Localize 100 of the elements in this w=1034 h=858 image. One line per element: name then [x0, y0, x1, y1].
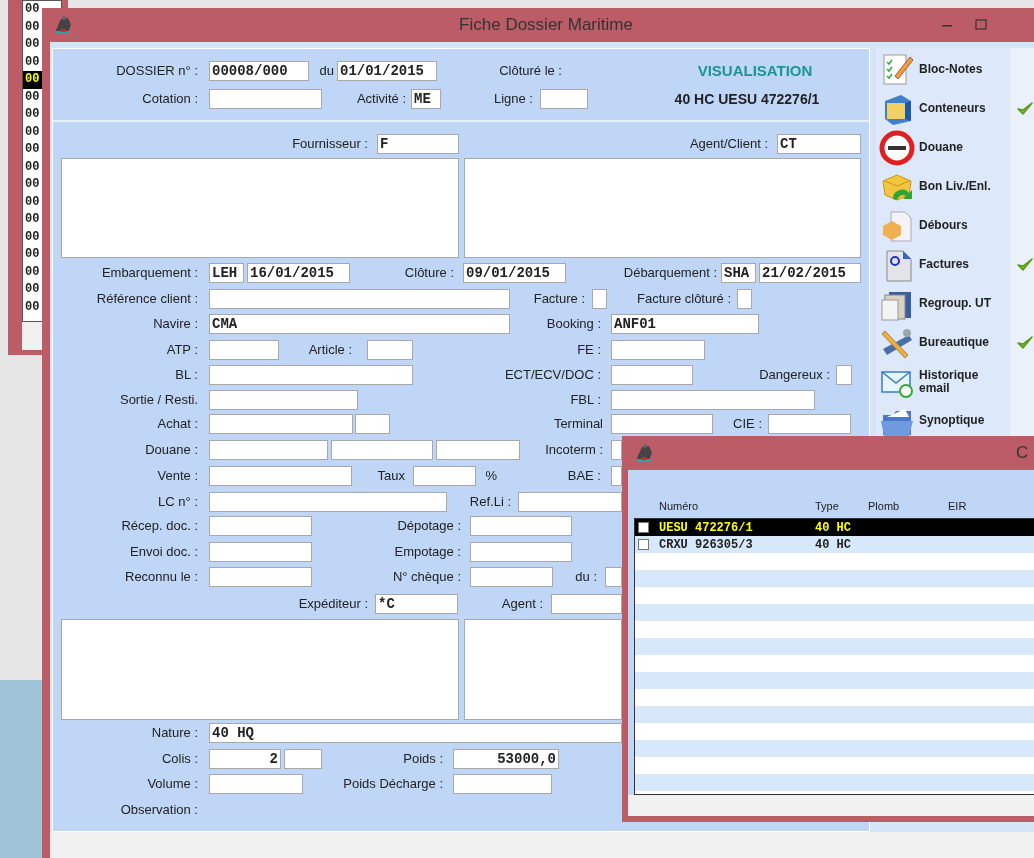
input-field[interactable]: 53000,0	[453, 749, 559, 769]
list-item[interactable]: 00	[23, 141, 43, 159]
column-header[interactable]: Plomb	[868, 497, 948, 514]
input-field[interactable]	[331, 440, 433, 460]
list-item[interactable]: 00	[23, 298, 43, 316]
input-field[interactable]	[209, 774, 303, 794]
input-field[interactable]: 01/01/2015	[337, 61, 437, 81]
list-item[interactable]: 00	[23, 106, 43, 124]
input-field[interactable]	[470, 516, 572, 536]
menu-item[interactable]: Bloc-Notes	[919, 63, 983, 76]
input-field[interactable]	[611, 414, 713, 434]
app-icon	[52, 14, 74, 36]
input-field[interactable]	[611, 466, 622, 486]
input-field[interactable]	[470, 567, 553, 587]
input-field[interactable]	[209, 390, 358, 410]
input-field[interactable]: CT	[777, 134, 861, 154]
input-field[interactable]	[209, 414, 353, 434]
input-field[interactable]	[605, 567, 622, 587]
text-area[interactable]	[464, 619, 622, 720]
maximize-icon[interactable]	[974, 18, 988, 32]
input-field[interactable]: 2	[209, 749, 281, 769]
input-field[interactable]	[540, 89, 588, 109]
input-field[interactable]: ANF01	[611, 314, 759, 334]
input-field[interactable]	[436, 440, 520, 460]
menu-item[interactable]: Factures	[919, 258, 970, 271]
list-item[interactable]: 00	[23, 281, 43, 299]
input-field[interactable]: F	[377, 134, 459, 154]
input-field[interactable]: 09/01/2015	[463, 263, 566, 283]
list-item[interactable]: 00	[23, 263, 43, 281]
input-field[interactable]: 00008/000	[209, 61, 309, 81]
input-field[interactable]	[611, 440, 622, 460]
field-label: Débarquement :	[622, 264, 717, 283]
menu-item[interactable]: Synoptique	[919, 414, 985, 427]
input-field[interactable]	[551, 594, 622, 614]
column-header[interactable]: EIR	[948, 497, 1008, 514]
list-item[interactable]: 00	[23, 176, 43, 194]
table-row[interactable]: CRXU 926305/3 40 HC	[635, 536, 1034, 553]
list-item[interactable]: 00	[23, 53, 43, 71]
input-field[interactable]: 16/01/2015	[247, 263, 350, 283]
menu-item[interactable]: Conteneurs	[919, 102, 986, 115]
field-label: DOSSIER n° :	[115, 62, 198, 81]
text-area[interactable]	[464, 158, 861, 258]
checkbox[interactable]	[638, 539, 649, 550]
menu-item[interactable]: Regroup. UT	[919, 297, 991, 310]
list-item[interactable]: 00	[23, 88, 43, 106]
text-area[interactable]	[61, 158, 459, 258]
list-item[interactable]: 00	[23, 246, 43, 264]
input-field[interactable]	[209, 567, 312, 587]
input-field[interactable]	[413, 466, 476, 486]
input-field[interactable]	[209, 340, 279, 360]
checkbox[interactable]	[592, 289, 607, 309]
input-field[interactable]	[611, 340, 705, 360]
input-field[interactable]	[209, 492, 447, 512]
input-field[interactable]: CMA	[209, 314, 510, 334]
input-field[interactable]	[209, 365, 413, 385]
input-field[interactable]: 21/02/2015	[759, 263, 861, 283]
input-field[interactable]	[209, 289, 510, 309]
checkbox[interactable]	[737, 289, 752, 309]
input-field[interactable]	[518, 492, 622, 512]
input-field[interactable]	[209, 440, 328, 460]
list-item[interactable]: 00	[23, 193, 43, 211]
input-field[interactable]: SHA	[721, 263, 756, 283]
input-field[interactable]: LEH	[209, 263, 244, 283]
list-item[interactable]: 00	[23, 36, 43, 54]
input-field[interactable]	[209, 466, 352, 486]
list-item[interactable]: 00	[23, 71, 43, 89]
input-field[interactable]: ME	[411, 89, 441, 109]
input-field[interactable]	[611, 390, 815, 410]
input-field[interactable]	[209, 89, 322, 109]
input-field[interactable]	[768, 414, 851, 434]
input-field[interactable]	[611, 365, 693, 385]
menu-item[interactable]: Débours	[919, 219, 968, 232]
list-item[interactable]: 00	[23, 228, 43, 246]
input-field[interactable]	[209, 516, 312, 536]
input-field[interactable]: *C	[375, 594, 458, 614]
input-field[interactable]: 40 HQ	[209, 723, 622, 743]
list-item[interactable]: 00	[23, 123, 43, 141]
menu-item[interactable]: Historique email	[919, 368, 1010, 395]
table-row[interactable]: UESU 472276/1 40 HC	[635, 519, 1034, 536]
column-header[interactable]: Type	[815, 497, 868, 514]
input-field[interactable]	[470, 542, 572, 562]
field-label: Cotation :	[141, 90, 198, 109]
list-item[interactable]: 00	[23, 1, 43, 19]
menu-item[interactable]: Bon Liv./Enl.	[919, 180, 991, 193]
menu-item[interactable]: Douane	[919, 141, 963, 154]
input-field[interactable]	[367, 340, 413, 360]
menu-item[interactable]: Bureautique	[919, 336, 989, 349]
checkbox[interactable]	[638, 522, 649, 533]
field-label: ATP :	[165, 341, 198, 360]
input-field[interactable]	[284, 749, 322, 769]
input-field[interactable]	[209, 542, 312, 562]
list-item[interactable]: 00	[23, 211, 43, 229]
list-item[interactable]: 00	[23, 18, 43, 36]
checkbox[interactable]	[836, 365, 852, 385]
input-field[interactable]	[453, 774, 552, 794]
field-label: Fournisseur :	[291, 135, 368, 154]
text-area[interactable]	[61, 619, 459, 720]
input-field[interactable]	[355, 414, 390, 434]
column-header[interactable]: Numéro	[659, 497, 815, 514]
list-item[interactable]: 00	[23, 158, 43, 176]
